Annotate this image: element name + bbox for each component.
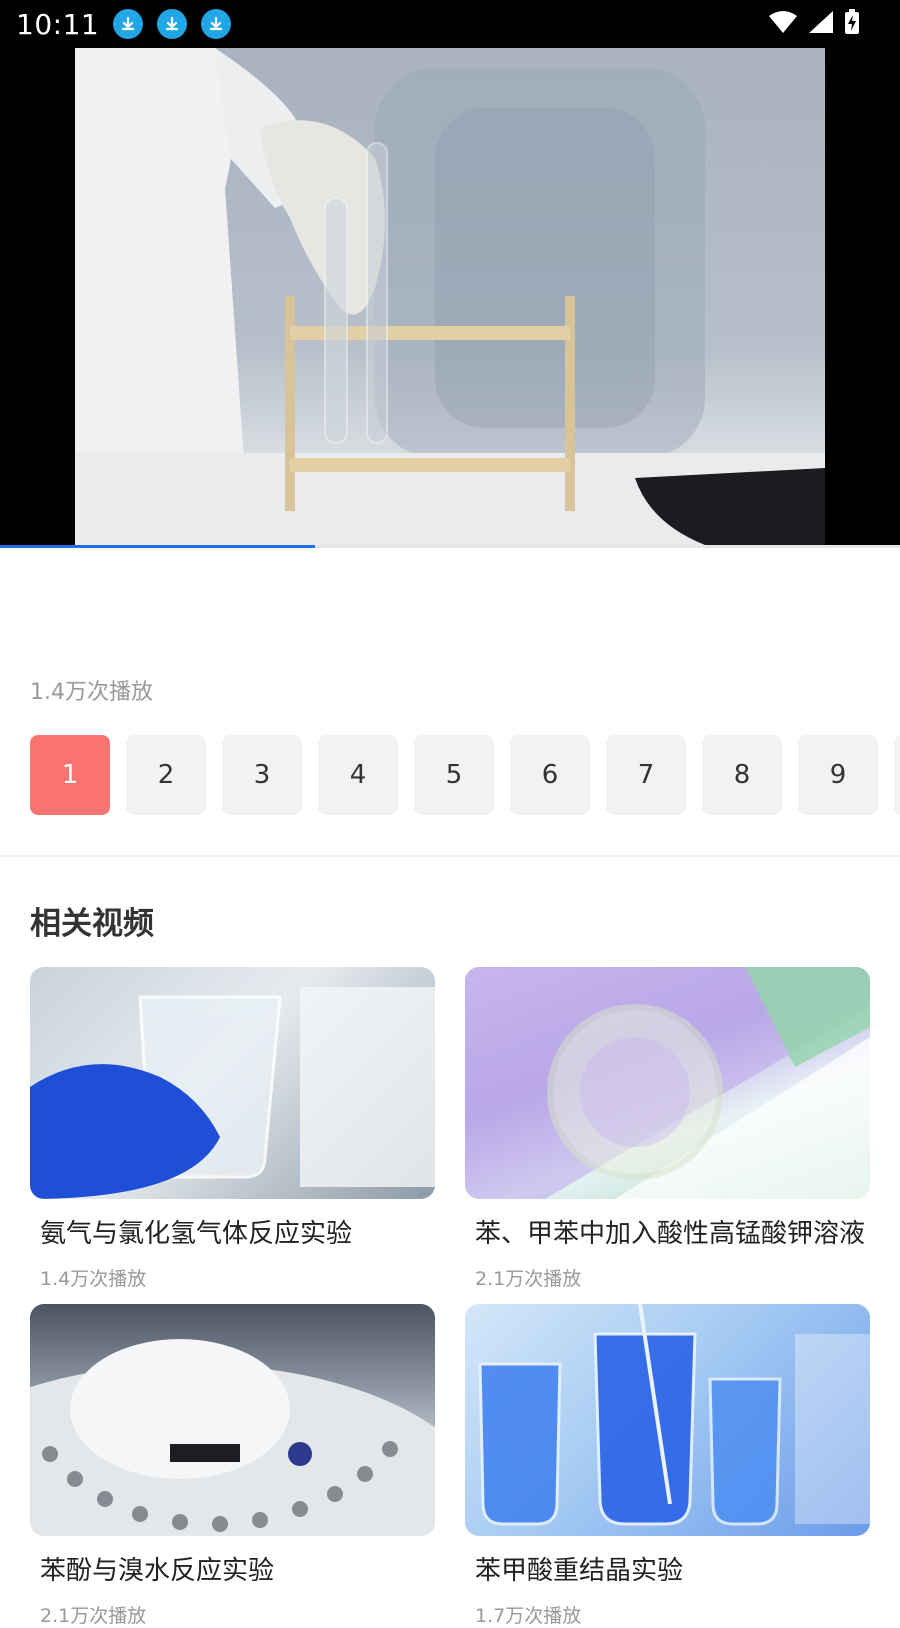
episode-button-next-partial[interactable] [894, 735, 900, 815]
video-thumbnail[interactable] [465, 967, 870, 1199]
divider [0, 855, 900, 857]
related-video-title: 苯酚与溴水反应实验 [40, 1556, 275, 1586]
episode-button-2[interactable]: 2 [126, 735, 206, 815]
episode-button-9[interactable]: 9 [798, 735, 878, 815]
video-progress-bar[interactable] [0, 545, 900, 548]
related-video-plays: 2.1万次播放 [40, 1605, 147, 1627]
download-icon [113, 9, 144, 39]
related-video-plays: 2.1万次播放 [475, 1268, 582, 1290]
related-video-card[interactable]: 苯甲酸重结晶实验 1.7万次播放 [465, 1304, 870, 1628]
video-frame[interactable] [75, 48, 825, 545]
episode-selector: 123456789 [30, 735, 900, 815]
related-video-title: 苯甲酸重结晶实验 [475, 1556, 684, 1586]
related-video-plays: 1.4万次播放 [40, 1268, 147, 1290]
episode-button-3[interactable]: 3 [222, 735, 302, 815]
related-video-card[interactable]: 苯酚与溴水反应实验 2.1万次播放 [30, 1304, 435, 1628]
related-video-title: 氨气与氯化氢气体反应实验 [40, 1219, 353, 1249]
wifi-icon [768, 10, 798, 38]
video-progress-fill [0, 545, 315, 548]
status-bar: 10:11 [0, 0, 900, 48]
episode-button-5[interactable]: 5 [414, 735, 494, 815]
video-thumbnail[interactable] [465, 1304, 870, 1536]
video-player[interactable] [0, 48, 900, 545]
episode-button-8[interactable]: 8 [702, 735, 782, 815]
episode-button-6[interactable]: 6 [510, 735, 590, 815]
download-icon [157, 9, 188, 39]
episode-button-1[interactable]: 1 [30, 735, 110, 815]
related-video-card[interactable]: 苯、甲苯中加入酸性高锰酸钾溶液 2.1万次播放 [465, 967, 870, 1291]
video-thumbnail[interactable] [30, 1304, 435, 1536]
signal-icon [808, 10, 834, 38]
episode-button-4[interactable]: 4 [318, 735, 398, 815]
download-icon [201, 9, 232, 39]
related-video-card[interactable]: 氨气与氯化氢气体反应实验 1.4万次播放 [30, 967, 435, 1291]
episode-button-7[interactable]: 7 [606, 735, 686, 815]
battery-charging-icon [844, 9, 860, 39]
related-video-plays: 1.7万次播放 [475, 1605, 582, 1627]
status-time: 10:11 [16, 7, 100, 41]
related-video-title: 苯、甲苯中加入酸性高锰酸钾溶液 [475, 1219, 865, 1249]
video-scene-image [75, 48, 825, 545]
play-count: 1.4万次播放 [30, 680, 153, 705]
related-videos-title: 相关视频 [30, 906, 154, 942]
video-thumbnail[interactable] [30, 967, 435, 1199]
